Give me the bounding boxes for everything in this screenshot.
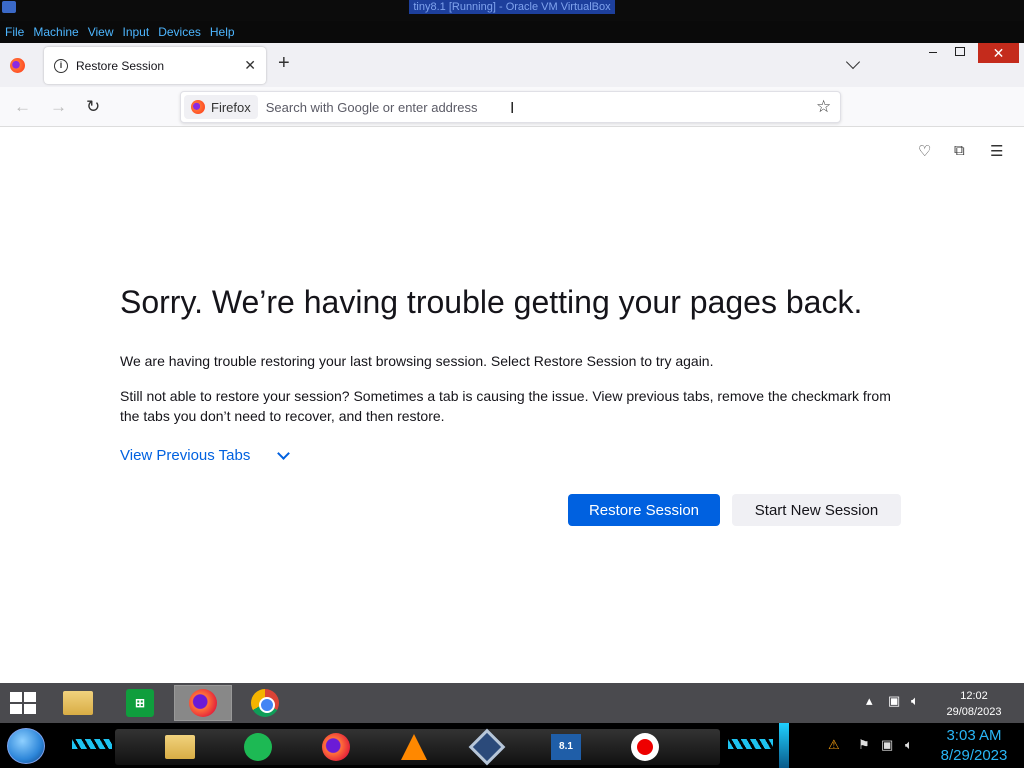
menu-input[interactable]: Input <box>118 25 154 39</box>
volume-icon[interactable]: 🔈︎ <box>911 693 919 709</box>
vlc-icon[interactable] <box>397 731 431 763</box>
screen: { "vbox": { "window_title": "tiny8.1 [Ru… <box>0 0 1024 768</box>
close-window-button[interactable]: ✕ <box>978 43 1019 63</box>
firefox-taskbar-icon[interactable] <box>174 685 232 721</box>
back-icon[interactable]: ← <box>14 98 31 115</box>
tab-title: Restore Session <box>76 58 165 73</box>
host-volume-icon[interactable]: 🔈︎ <box>905 737 913 753</box>
tab-restore-session[interactable]: i Restore Session ✕ <box>44 47 266 84</box>
new-tab-button[interactable]: + <box>278 53 290 73</box>
decorative-stripe-right-icon <box>728 739 773 749</box>
app-menu-icon[interactable]: ☰ <box>990 142 1003 160</box>
guest-date: 29/08/2023 <box>946 706 1002 718</box>
pocket-icon[interactable]: ♡ <box>918 142 931 160</box>
close-tab-icon[interactable]: ✕ <box>244 57 256 74</box>
windows-81-vm-icon[interactable]: 8.1 <box>549 731 583 763</box>
action-center-flag-icon[interactable]: ⚑ <box>858 737 870 753</box>
windows-start-icon[interactable] <box>10 692 36 714</box>
restore-session-button[interactable]: Restore Session <box>568 494 720 526</box>
guest-time: 12:02 <box>960 690 988 702</box>
extensions-icon[interactable]: ⧉ <box>954 142 965 159</box>
host-time: 3:03 AM <box>946 727 1002 744</box>
identity-label: Firefox <box>211 99 251 115</box>
description-text: We are having trouble restoring your las… <box>120 353 714 369</box>
decorative-stripe-icon <box>72 739 112 749</box>
virtualbox-title-bar: tiny8.1 [Running] - Oracle VM VirtualBox <box>0 0 1024 21</box>
identity-box[interactable]: Firefox <box>184 95 258 119</box>
help-text: Still not able to restore your session? … <box>120 388 891 424</box>
screen-recorder-icon[interactable] <box>628 731 662 763</box>
host-date: 8/29/2023 <box>940 747 1008 764</box>
chrome-icon[interactable] <box>245 685 285 721</box>
menu-devices[interactable]: Devices <box>153 25 205 39</box>
list-all-tabs-chevron-icon[interactable] <box>845 54 861 70</box>
text-cursor-icon: I <box>510 100 515 117</box>
page-title: Sorry. We’re having trouble getting your… <box>120 284 863 320</box>
show-desktop-button[interactable] <box>779 723 789 768</box>
url-input[interactable] <box>265 99 596 115</box>
window-title: tiny8.1 [Running] - Oracle VM VirtualBox <box>409 0 615 14</box>
tab-bar: i Restore Session ✕ + ✕ <box>0 43 1024 87</box>
vm-version-label: 8.1 <box>559 741 573 752</box>
file-explorer-icon[interactable] <box>58 685 98 721</box>
start-new-session-button[interactable]: Start New Session <box>732 494 901 526</box>
virtualbox-menu-bar: File Machine View Input Devices Help <box>0 21 1024 43</box>
firefox-view-icon[interactable] <box>10 58 25 73</box>
restore-window-button[interactable] <box>955 47 965 56</box>
host-firefox-icon[interactable] <box>319 731 353 763</box>
virtualbox-icon[interactable] <box>468 728 506 766</box>
menu-view[interactable]: View <box>83 25 118 39</box>
virtualbox-logo-icon <box>2 1 16 13</box>
reload-icon[interactable]: ↻ <box>86 98 100 115</box>
guest-clock[interactable]: 12:02 29/08/2023 <box>938 688 1010 720</box>
host-network-icon[interactable]: ▣ <box>881 737 893 753</box>
spotify-icon[interactable] <box>241 731 275 763</box>
forward-icon[interactable]: → <box>50 98 67 115</box>
firefox-logo-icon <box>191 100 205 114</box>
minimize-button[interactable] <box>929 52 937 53</box>
view-previous-tabs-link[interactable]: View Previous Tabs <box>120 447 250 464</box>
tray-app-icon[interactable]: ⚠︎ <box>828 737 840 753</box>
host-start-orb-icon[interactable] <box>7 728 45 764</box>
info-icon: i <box>54 58 68 73</box>
host-file-explorer-icon[interactable] <box>163 731 197 763</box>
host-taskbar: 8.1 ⚠︎ ⚑ ▣ 🔈︎ 3:03 AM 8/29/2023 <box>0 723 1024 768</box>
network-icon[interactable]: ▣ <box>888 693 900 709</box>
host-clock[interactable]: 3:03 AM 8/29/2023 <box>932 726 1016 766</box>
store-icon[interactable]: ⊞ <box>120 685 160 721</box>
menu-file[interactable]: File <box>0 25 28 39</box>
menu-help[interactable]: Help <box>205 25 239 39</box>
menu-machine[interactable]: Machine <box>28 25 82 39</box>
guest-taskbar: ⊞ ▴ ▣ 🔈︎ 12:02 29/08/2023 <box>0 683 1024 723</box>
show-hidden-icons-icon[interactable]: ▴ <box>866 693 873 709</box>
bookmark-star-icon[interactable]: ☆ <box>816 97 831 117</box>
